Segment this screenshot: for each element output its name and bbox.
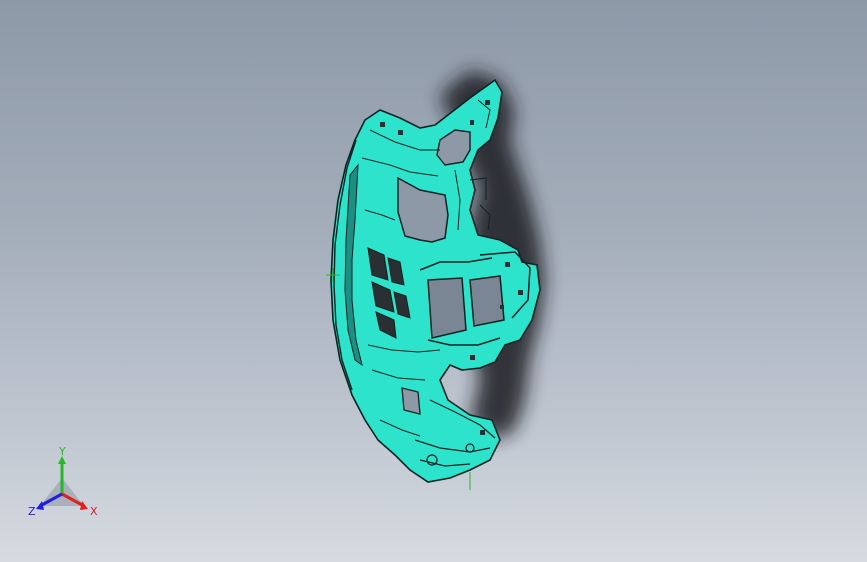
triad-x-label: X [90, 505, 98, 518]
3d-model-view[interactable] [0, 0, 867, 562]
triad-z-label: Z [28, 505, 36, 518]
reference-triad[interactable]: Y X Z [22, 446, 106, 526]
graphics-viewport[interactable]: Y X Z [0, 0, 867, 562]
triad-y-label: Y [59, 445, 66, 458]
